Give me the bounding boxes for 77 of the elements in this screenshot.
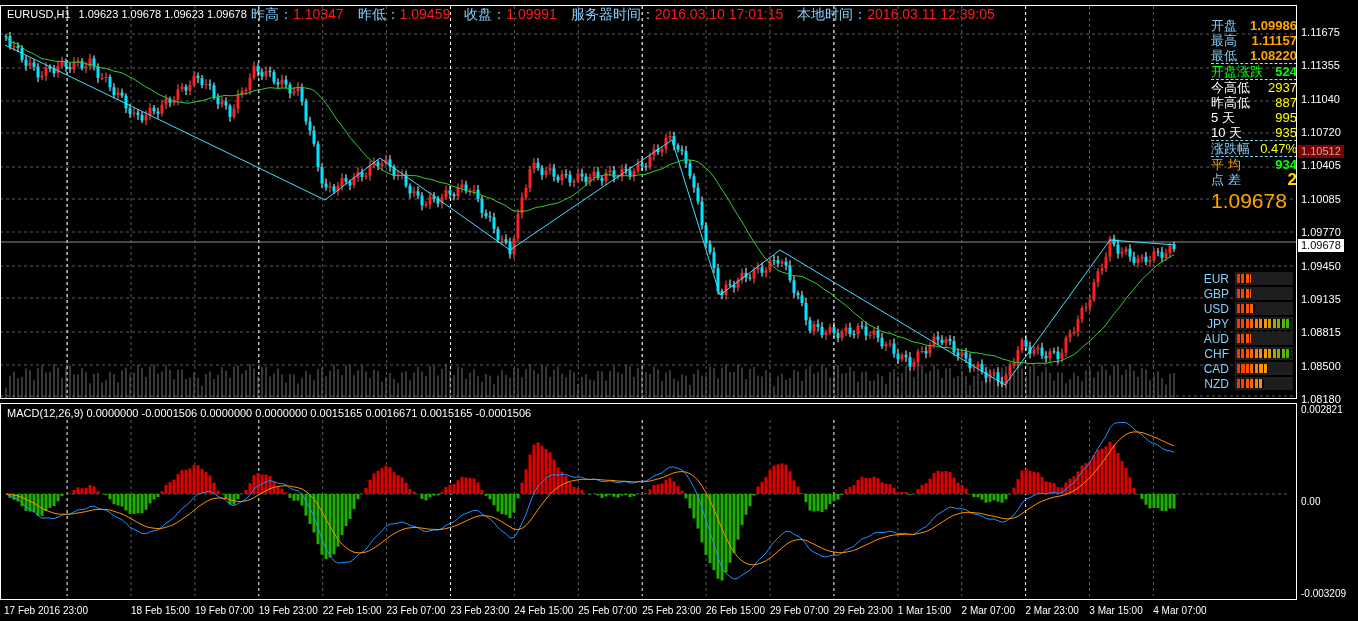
info-value: 1.08220 [1250,48,1296,63]
price-tick-label: 1.10085 [1301,191,1341,206]
stat-label: 服务器时间： [570,6,655,22]
currency-label: AUD [1202,330,1229,348]
price-tick-label: 1.08500 [1301,358,1341,373]
symbol-label: EURUSD,H1 [7,7,71,21]
info-label: 涨跌幅 [1211,141,1250,156]
info-label: 开盘涨跌 [1211,64,1263,79]
time-tick-label: 2 Mar 23:00 [1025,604,1080,617]
time-tick-label: 23 Feb 07:00 [386,604,447,617]
info-value: 935 [1275,125,1296,140]
last-price: 1.09678 [1211,189,1288,213]
stat-label: 收盘： [464,6,507,22]
info-value: 0.47% [1260,141,1296,156]
ohlc-values: 1.09623 1.09678 1.09623 1.09678 [78,7,247,21]
stat-label: 本地时间： [797,6,868,22]
stat-value: 1.09991 [506,6,557,22]
stat-value: 1.10347 [293,6,344,22]
info-value: 995 [1275,110,1296,125]
price-tick-label: 1.09450 [1301,258,1341,273]
price-tick-label: 1.08180 [1301,391,1341,405]
time-tick-label: 26 Feb 15:00 [706,604,766,617]
time-tick-label: 25 Feb 07:00 [578,604,639,617]
price-tick-label: 1.10405 [1301,158,1341,173]
time-tick-label: 29 Feb 07:00 [769,604,830,617]
info-label: 5 天 [1211,110,1235,125]
time-tick-label: 17 Feb 2016 23:00 [4,604,89,617]
info-value: 887 [1275,95,1296,110]
info-value: 1.11157 [1251,33,1296,48]
price-tick-label: 1.09135 [1301,291,1341,306]
info-label: 最低 [1211,48,1237,63]
price-tick-label: 1.10720 [1301,125,1341,140]
info-label: 平 均 [1211,157,1241,172]
price-tick-label: 1.11675 [1301,25,1341,39]
currency-label: JPY [1206,315,1229,333]
time-tick-label: 25 Feb 23:00 [642,604,703,617]
info-value: 2 [1287,172,1296,187]
stat-value: 2016.03.11 12:39:05 [867,6,995,22]
info-label: 昨高低 [1211,95,1250,110]
price-tick-label: 1.09770 [1301,225,1341,240]
currency-label: GBP [1202,285,1229,303]
info-value: 2937 [1268,80,1296,95]
price-marker: 1.10512 [1298,145,1344,158]
time-tick-label: 23 Feb 23:00 [450,604,511,617]
currency-label: USD [1202,300,1229,318]
price-marker: 1.09678 [1298,239,1344,252]
price-tick-label: 1.11355 [1301,58,1341,73]
stat-value: 1.09459 [399,6,451,22]
macd-tick-label: 0.002821 [1301,403,1344,416]
macd-values: MACD(12,26,9) 0.0000000 -0.0001506 0.0000000 0.0000000 0.0015165 0.0016671 0.0015165 -0.0001506 [7,406,532,420]
time-tick-label: 3 Mar 15:00 [1089,604,1144,617]
time-tick-label: 2 Mar 07:00 [961,604,1016,617]
price-tick-label: 1.08815 [1301,325,1341,340]
time-tick-label: 19 Feb 23:00 [258,604,319,617]
info-label: 开盘 [1211,18,1237,33]
time-tick-label: 1 Mar 15:00 [897,604,953,617]
info-value: 1.09986 [1250,18,1296,33]
time-tick-label: 19 Feb 07:00 [194,604,255,617]
currency-label: NZD [1203,375,1229,393]
info-label: 10 天 [1211,125,1243,140]
currency-label: CAD [1202,360,1229,378]
info-label: 今高低 [1211,80,1250,95]
time-tick-label: 18 Feb 15:00 [131,604,191,617]
macd-tick-label: 0.00 [1301,495,1322,508]
info-label: 最高 [1211,33,1237,48]
currency-label: EUR [1202,270,1229,288]
stat-label: 昨高： [251,6,293,22]
stat-value: 2016.03.10 17:01:15 [654,6,784,22]
time-tick-label: 4 Mar 07:00 [1153,604,1208,617]
time-tick-label: 24 Feb 15:00 [514,604,575,617]
price-tick-label: 1.11040 [1301,91,1341,106]
info-label: 点 差 [1211,172,1241,187]
currency-label: CHF [1203,345,1229,363]
macd-tick-label: -0.003209 [1301,587,1347,600]
time-tick-label: 22 Feb 15:00 [322,604,383,617]
time-tick-label: 29 Feb 23:00 [833,604,894,617]
stat-label: 昨低： [357,6,400,22]
